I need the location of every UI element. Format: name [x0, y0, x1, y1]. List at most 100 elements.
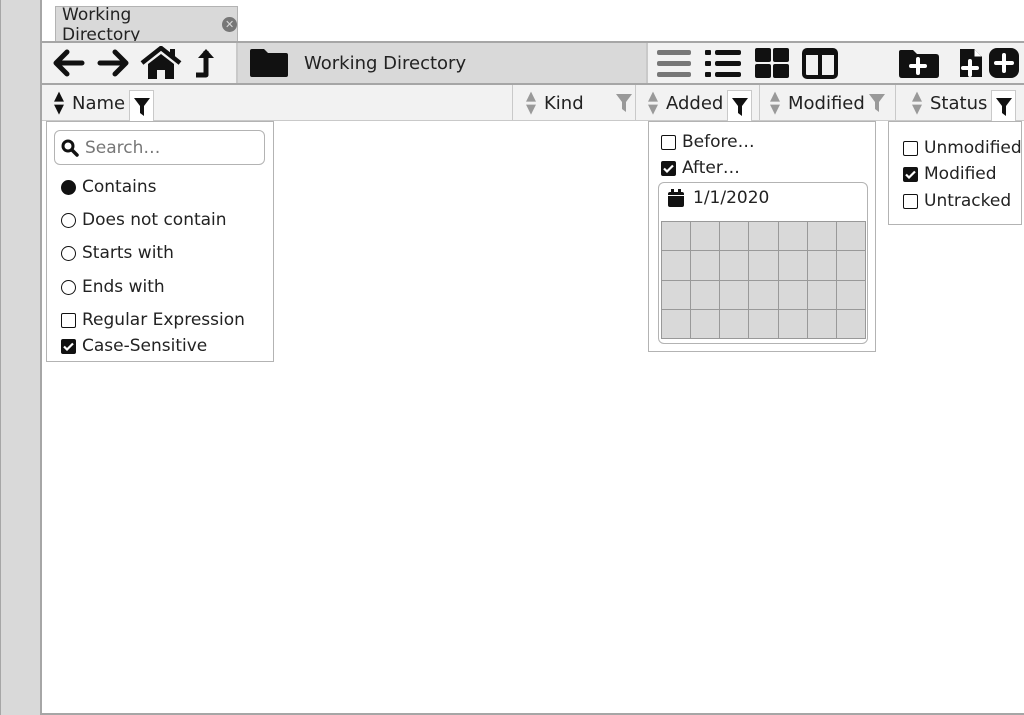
checkbox-after[interactable]: After… — [661, 158, 740, 178]
calendar-day[interactable] — [778, 280, 807, 309]
calendar-day[interactable] — [691, 280, 720, 309]
calendar-day[interactable] — [720, 222, 749, 251]
column-divider[interactable] — [759, 85, 760, 121]
modified-filter-button[interactable] — [865, 88, 890, 119]
kind-filter-button[interactable] — [612, 88, 637, 119]
checkbox-checked-icon[interactable] — [61, 338, 76, 354]
date-field[interactable]: 1/1/2020 — [667, 188, 769, 208]
sort-icon[interactable]: ▲ ▼ — [54, 90, 64, 116]
sort-icon[interactable]: ▲ ▼ — [912, 90, 922, 116]
radio-icon[interactable] — [61, 212, 76, 228]
calendar-day[interactable] — [662, 251, 691, 280]
details-view-button[interactable] — [704, 47, 742, 79]
calendar-day[interactable] — [749, 280, 778, 309]
radio-icon[interactable] — [61, 279, 76, 295]
checkbox-case-sensitive[interactable]: Case-Sensitive — [61, 336, 207, 356]
column-modified[interactable]: ▲ ▼ Modified — [770, 85, 890, 121]
calendar-day[interactable] — [749, 251, 778, 280]
new-folder-button[interactable] — [898, 47, 940, 79]
checkbox-untracked[interactable]: Untracked — [903, 191, 1011, 211]
list-view-icon — [657, 50, 691, 77]
radio-ends-with[interactable]: Ends with — [61, 277, 165, 297]
calendar-day[interactable] — [662, 222, 691, 251]
radio-selected-icon[interactable] — [61, 179, 76, 195]
name-filter-button[interactable] — [129, 90, 155, 122]
column-label: Kind — [544, 92, 584, 114]
checkbox-icon[interactable] — [903, 140, 918, 156]
search-field[interactable] — [54, 130, 265, 165]
option-label: Case-Sensitive — [82, 336, 208, 356]
sort-icon[interactable]: ▲ ▼ — [526, 90, 536, 116]
calendar-day[interactable] — [749, 309, 778, 338]
column-added[interactable]: ▲ ▼ Added — [648, 85, 753, 122]
column-status[interactable]: ▲ ▼ Status — [912, 85, 1017, 122]
up-button[interactable] — [192, 47, 214, 79]
calendar-day[interactable] — [836, 309, 865, 338]
calendar-day[interactable] — [691, 222, 720, 251]
add-icon — [989, 48, 1019, 78]
new-file-icon — [960, 49, 982, 77]
calendar-day[interactable] — [778, 222, 807, 251]
radio-icon[interactable] — [61, 245, 76, 261]
radio-starts-with[interactable]: Starts with — [61, 243, 174, 263]
add-button[interactable] — [988, 47, 1020, 79]
new-folder-icon — [899, 50, 939, 78]
close-tab-icon[interactable]: ✕ — [222, 17, 237, 32]
home-button[interactable] — [140, 46, 182, 80]
search-input[interactable] — [85, 137, 255, 158]
calendar-day[interactable] — [691, 309, 720, 338]
calendar-day[interactable] — [720, 280, 749, 309]
column-divider[interactable] — [635, 85, 636, 121]
calendar-day[interactable] — [778, 309, 807, 338]
forward-button[interactable] — [96, 48, 130, 78]
calendar-day[interactable] — [836, 222, 865, 251]
checkbox-checked-icon[interactable] — [903, 166, 918, 182]
columns-view-button[interactable] — [802, 47, 838, 79]
path-bar[interactable]: Working Directory — [238, 43, 648, 83]
radio-does-not-contain[interactable]: Does not contain — [61, 210, 227, 230]
calendar-day[interactable] — [836, 280, 865, 309]
column-divider[interactable] — [895, 85, 896, 121]
calendar-day[interactable] — [807, 280, 836, 309]
calendar-day[interactable] — [807, 222, 836, 251]
calendar-day[interactable] — [836, 251, 865, 280]
calendar-day[interactable] — [778, 251, 807, 280]
added-filter-button[interactable] — [727, 90, 753, 122]
path-label: Working Directory — [304, 52, 467, 74]
checkbox-checked-icon[interactable] — [661, 160, 676, 176]
sort-icon[interactable]: ▲ ▼ — [648, 90, 658, 116]
calendar-day[interactable] — [807, 251, 836, 280]
status-filter-button[interactable] — [991, 90, 1017, 122]
checkbox-icon[interactable] — [61, 312, 76, 328]
folder-icon — [250, 49, 288, 77]
checkbox-before[interactable]: Before… — [661, 132, 755, 152]
grid-view-button[interactable] — [754, 47, 790, 79]
calendar-day[interactable] — [749, 222, 778, 251]
tab-working-directory[interactable]: Working Directory ✕ — [55, 4, 238, 45]
checkbox-regular-expression[interactable]: Regular Expression — [61, 310, 245, 330]
status-filter-popup: Unmodified Modified Untracked — [888, 121, 1022, 225]
checkbox-modified[interactable]: Modified — [903, 164, 997, 184]
calendar-day[interactable] — [720, 309, 749, 338]
column-kind[interactable]: ▲ ▼ Kind — [526, 85, 637, 121]
column-header-row: ▲ ▼ Name ▲ ▼ Kind ▲ ▼ Added ▲ ▼ Modified ▲ ▼ … — [42, 85, 1024, 122]
sort-icon[interactable]: ▲ ▼ — [770, 90, 780, 116]
calendar-day[interactable] — [807, 309, 836, 338]
checkbox-unmodified[interactable]: Unmodified — [903, 138, 1022, 158]
checkbox-icon[interactable] — [661, 134, 676, 150]
checkbox-icon[interactable] — [903, 193, 918, 209]
list-view-button[interactable] — [656, 47, 692, 79]
filter-icon — [133, 97, 150, 116]
calendar-day[interactable] — [691, 251, 720, 280]
tab-label: Working Directory — [62, 4, 141, 45]
date-value: 1/1/2020 — [693, 188, 770, 208]
radio-contains[interactable]: Contains — [61, 177, 156, 197]
new-file-button[interactable] — [958, 47, 984, 79]
calendar-day[interactable] — [662, 309, 691, 338]
column-label: Name — [72, 92, 126, 114]
calendar-day[interactable] — [662, 280, 691, 309]
column-name[interactable]: ▲ ▼ Name — [54, 85, 155, 122]
column-divider[interactable] — [512, 85, 513, 121]
calendar-day[interactable] — [720, 251, 749, 280]
back-button[interactable] — [52, 48, 86, 78]
